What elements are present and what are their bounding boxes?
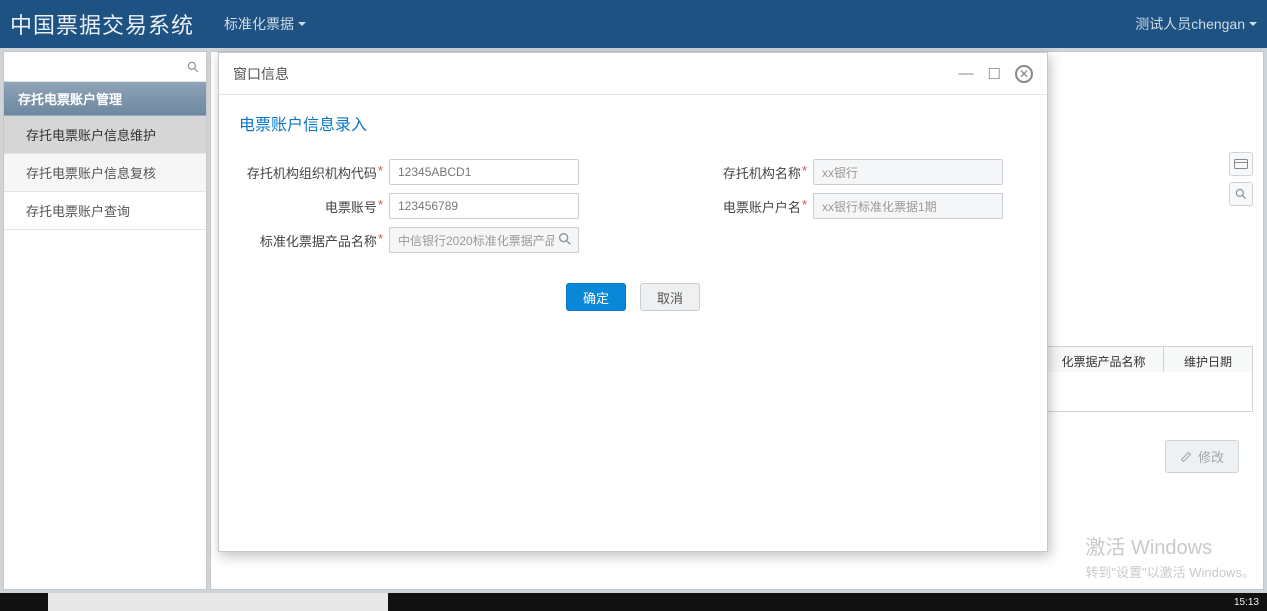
org-code-label: 存托机构组织机构代码* [239, 163, 389, 182]
field-acct-no: 电票账号* [239, 193, 603, 219]
search-icon [1234, 187, 1248, 201]
sidebar-item-maintain[interactable]: 存托电票账户信息维护 [4, 116, 206, 154]
modal-titlebar: 窗口信息 — ☐ ✕ [219, 53, 1047, 95]
bg-table-body [1043, 372, 1253, 412]
modal-actions: 确定 取消 [239, 283, 1027, 311]
taskbar: 15:13 [0, 593, 1267, 611]
form-grid: 存托机构组织机构代码* 存托机构名称* 电票账号* [239, 159, 1027, 253]
user-menu[interactable]: 测试人员chengan [1135, 14, 1257, 34]
product-name-input[interactable] [389, 227, 579, 253]
menu-label: 标准化票据 [224, 14, 294, 34]
acct-no-label: 电票账号* [239, 197, 389, 216]
ok-button[interactable]: 确定 [566, 283, 626, 311]
search-icon [186, 58, 200, 76]
user-label: 测试人员chengan [1135, 14, 1245, 34]
acct-no-input[interactable] [389, 193, 579, 219]
product-lookup-button[interactable] [557, 231, 573, 252]
bg-toolbar-card-icon[interactable] [1229, 152, 1253, 176]
maximize-button[interactable]: ☐ [988, 65, 1001, 83]
field-org-code: 存托机构组织机构代码* [239, 159, 603, 185]
acct-name-input[interactable] [813, 193, 1003, 219]
org-name-label: 存托机构名称* [663, 163, 813, 182]
product-name-label: 标准化票据产品名称* [239, 231, 389, 250]
sidebar: 存托电票账户管理 存托电票账户信息维护 存托电票账户信息复核 存托电票账户查询 [3, 51, 207, 590]
watermark-line1: 激活 Windows [1085, 531, 1255, 560]
close-button[interactable]: ✕ [1015, 65, 1033, 83]
field-acct-name: 电票账户户名* [663, 193, 1027, 219]
field-org-name: 存托机构名称* [663, 159, 1027, 185]
bg-toolbar-search-icon[interactable] [1229, 182, 1253, 206]
app-brand: 中国票据交易系统 [10, 8, 194, 40]
org-code-input[interactable] [389, 159, 579, 185]
modal-section-title: 电票账户信息录入 [239, 111, 1027, 135]
modal-window: 窗口信息 — ☐ ✕ 电票账户信息录入 存托机构组织机构代码* 存托机构名称* [218, 52, 1048, 552]
taskbar-active-app[interactable] [48, 593, 388, 611]
modal-body: 电票账户信息录入 存托机构组织机构代码* 存托机构名称* [219, 95, 1047, 327]
sidebar-search[interactable] [4, 52, 206, 82]
menu-standard-bills[interactable]: 标准化票据 [224, 14, 306, 34]
sidebar-group-title: 存托电票账户管理 [4, 82, 206, 116]
org-name-input[interactable] [813, 159, 1003, 185]
card-icon [1234, 159, 1248, 169]
minimize-button[interactable]: — [959, 65, 974, 82]
modify-label: 修改 [1198, 447, 1224, 466]
sidebar-item-review[interactable]: 存托电票账户信息复核 [4, 154, 206, 192]
acct-name-label: 电票账户户名* [663, 197, 813, 216]
edit-icon [1180, 451, 1192, 463]
watermark-line2: 转到"设置"以激活 Windows。 [1085, 562, 1255, 581]
sidebar-search-input[interactable] [10, 59, 186, 74]
field-product-name: 标准化票据产品名称* [239, 227, 603, 253]
sidebar-item-query[interactable]: 存托电票账户查询 [4, 192, 206, 230]
chevron-down-icon [1249, 22, 1257, 30]
chevron-down-icon [298, 22, 306, 30]
bg-toolbar [1229, 152, 1253, 206]
taskbar-clock: 15:13 [1234, 597, 1267, 608]
windows-activation-watermark: 激活 Windows 转到"设置"以激活 Windows。 [1085, 531, 1255, 581]
search-icon [557, 231, 573, 247]
top-header: 中国票据交易系统 标准化票据 测试人员chengan [0, 0, 1267, 48]
cancel-button[interactable]: 取消 [640, 283, 700, 311]
modify-button[interactable]: 修改 [1165, 440, 1239, 473]
modal-title: 窗口信息 [233, 64, 945, 84]
